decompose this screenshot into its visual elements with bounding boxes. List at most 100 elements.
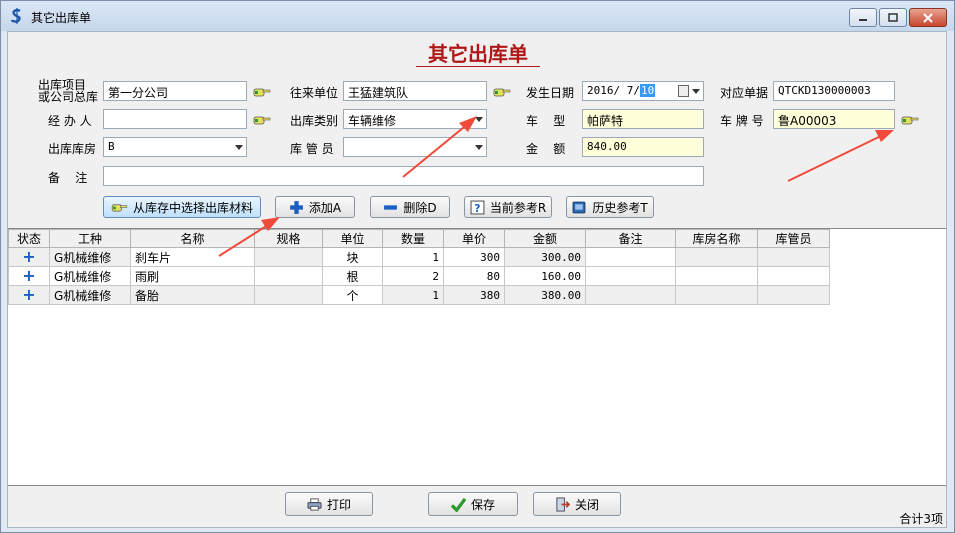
cell-qty[interactable]: 1 (382, 285, 444, 305)
column-header[interactable]: 金额 (504, 229, 586, 248)
chevron-down-icon[interactable] (692, 89, 700, 94)
add-button-label: 添加A (308, 200, 342, 215)
cell-trade[interactable]: G机械维修 (49, 247, 131, 267)
add-button[interactable]: 添加A (275, 196, 355, 218)
cell-price[interactable]: 300 (443, 247, 505, 267)
chevron-down-icon[interactable] (475, 117, 483, 122)
cell-price[interactable]: 80 (443, 266, 505, 286)
handler-field[interactable] (103, 109, 247, 129)
cell-spec[interactable] (254, 285, 323, 305)
print-button[interactable]: 打印 (285, 492, 373, 516)
cell-amount[interactable]: 160.00 (504, 266, 586, 286)
column-header[interactable]: 库管员 (757, 229, 830, 248)
current-ref-label: 当前参考R (489, 200, 547, 215)
partner-field[interactable]: 王猛建筑队 (343, 81, 487, 101)
close-button[interactable]: 关闭 (533, 492, 621, 516)
column-header[interactable]: 数量 (382, 229, 444, 248)
chevron-down-icon[interactable] (235, 145, 243, 150)
title-bar: 其它出库单 (1, 1, 954, 31)
warehouse-select[interactable]: B (103, 137, 247, 157)
table-row[interactable]: + G机械维修 雨刷 根 2 80 160.00 (8, 266, 830, 286)
calendar-icon[interactable] (678, 85, 689, 97)
cell-warehouse[interactable] (675, 285, 758, 305)
select-from-stock-label: 从库存中选择出库材料 (132, 200, 253, 215)
cell-warehouse[interactable] (675, 247, 758, 267)
status-add-icon[interactable]: + (8, 285, 50, 305)
cell-name[interactable]: 刹车片 (130, 247, 255, 267)
cell-qty[interactable]: 1 (382, 247, 444, 267)
project-field[interactable]: 第一分公司 (103, 81, 247, 101)
cell-trade[interactable]: G机械维修 (49, 285, 131, 305)
amount-field: 840.00 (582, 137, 704, 157)
history-ref-button[interactable]: 历史参考T (566, 196, 654, 218)
pointing-hand-icon[interactable] (253, 86, 271, 98)
total-count: 合计3项 (899, 512, 943, 526)
date-picker[interactable]: 2016/ 7/10 (582, 81, 704, 101)
cell-name[interactable]: 备胎 (130, 285, 255, 305)
amount-label: 金 额 (526, 142, 566, 156)
current-ref-button[interactable]: ? 当前参考R (464, 196, 552, 218)
cell-keeper[interactable] (757, 247, 830, 267)
column-header[interactable]: 状态 (8, 229, 50, 248)
column-header[interactable]: 规格 (254, 229, 323, 248)
detail-grid[interactable]: 状态 工种 名称 规格 单位 数量 单价 金额 备注 库房名称 库管员 + G机… (8, 228, 946, 486)
out-type-select[interactable]: 车辆维修 (343, 109, 487, 129)
cell-keeper[interactable] (757, 285, 830, 305)
close-window-button[interactable] (909, 8, 947, 27)
maximize-button[interactable] (879, 8, 907, 27)
partner-label: 往来单位 (290, 86, 339, 100)
status-add-icon[interactable]: + (8, 247, 50, 267)
save-button[interactable]: 保存 (428, 492, 518, 516)
cell-name[interactable]: 雨刷 (130, 266, 255, 286)
date-prefix: 2016/ 7/ (587, 84, 640, 97)
table-row[interactable]: + G机械维修 备胎 个 1 380 380.00 (8, 285, 830, 305)
column-header[interactable]: 备注 (585, 229, 676, 248)
car-model-field: 帕萨特 (582, 109, 704, 129)
remark-field[interactable] (103, 166, 704, 186)
save-label: 保存 (470, 497, 495, 512)
cell-amount[interactable]: 380.00 (504, 285, 586, 305)
table-row[interactable]: + G机械维修 刹车片 块 1 300 300.00 (8, 247, 830, 267)
cell-spec[interactable] (254, 247, 323, 267)
select-from-stock-button[interactable]: 从库存中选择出库材料 (103, 196, 261, 218)
status-add-icon[interactable]: + (8, 266, 50, 286)
cell-unit[interactable]: 个 (322, 285, 383, 305)
pointing-hand-icon[interactable] (493, 86, 511, 98)
date-day-selected[interactable]: 10 (639, 84, 656, 97)
cell-warehouse[interactable] (675, 266, 758, 286)
cell-remark[interactable] (585, 247, 676, 267)
cell-trade[interactable]: G机械维修 (49, 266, 131, 286)
cell-amount[interactable]: 300.00 (504, 247, 586, 267)
delete-button[interactable]: 删除D (370, 196, 450, 218)
column-header[interactable]: 库房名称 (675, 229, 758, 248)
cell-qty[interactable]: 2 (382, 266, 444, 286)
project-label: 出库项目 或公司总库 (38, 78, 99, 104)
chevron-down-icon[interactable] (475, 145, 483, 150)
column-header[interactable]: 单位 (322, 229, 383, 248)
cell-remark[interactable] (585, 285, 676, 305)
column-header[interactable]: 工种 (49, 229, 131, 248)
cell-unit[interactable]: 块 (322, 247, 383, 267)
warehouse-label: 出库库房 (48, 142, 97, 156)
exit-door-icon (556, 496, 570, 512)
minus-icon (384, 204, 398, 210)
keeper-select[interactable] (343, 137, 487, 157)
minimize-button[interactable] (849, 8, 877, 27)
cell-price[interactable]: 380 (443, 285, 505, 305)
pointing-hand-icon[interactable] (901, 114, 919, 126)
ref-no-field[interactable]: QTCKD130000003 (773, 81, 895, 101)
ref-no-label: 对应单据 (720, 86, 769, 100)
cell-remark[interactable] (585, 266, 676, 286)
maximize-icon (888, 13, 898, 22)
column-header[interactable]: 名称 (130, 229, 255, 248)
pointing-hand-icon[interactable] (253, 114, 271, 126)
minimize-icon (859, 18, 867, 21)
detail-table: 状态 工种 名称 规格 单位 数量 单价 金额 备注 库房名称 库管员 + G机… (8, 229, 830, 305)
column-header[interactable]: 单价 (443, 229, 505, 248)
cell-unit[interactable]: 根 (322, 266, 383, 286)
form-title-underline (416, 66, 540, 67)
cell-spec[interactable] (254, 266, 323, 286)
svg-text:?: ? (474, 201, 480, 214)
plate-field[interactable]: 鲁A00003 (773, 109, 895, 129)
cell-keeper[interactable] (757, 266, 830, 286)
